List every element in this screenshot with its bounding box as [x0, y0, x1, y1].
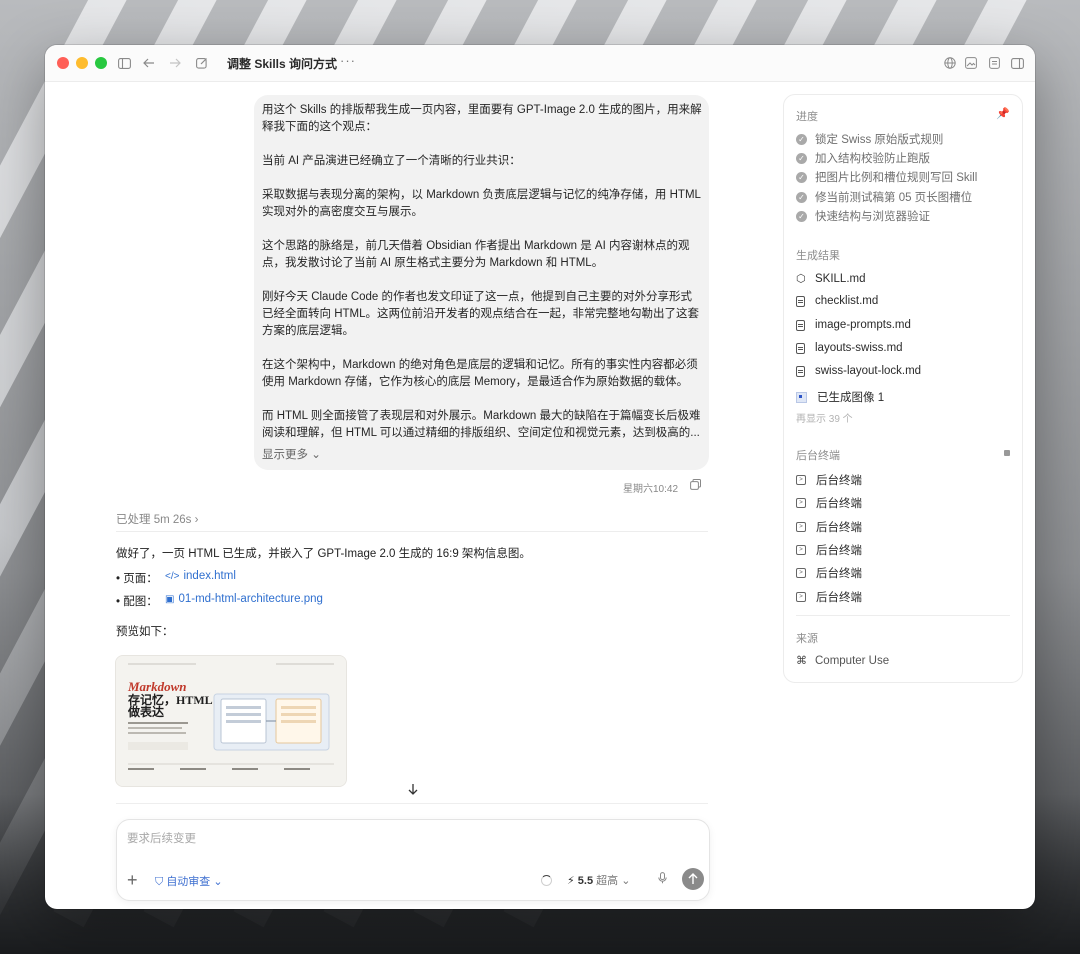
- user-message-bubble: 用这个 Skills 的排版帮我生成一页内容，里面要有 GPT-Image 2.…: [254, 95, 709, 470]
- panel-toggle-icon[interactable]: [1009, 55, 1025, 71]
- show-more-results[interactable]: 再显示 39 个: [796, 410, 853, 425]
- window-title: 调整 Skills 询问方式: [227, 57, 338, 71]
- check-icon: ✓: [796, 210, 807, 222]
- terminal-icon: >: [796, 522, 806, 532]
- pin-icon[interactable]: 📌: [996, 107, 1010, 120]
- terminal-icon: >: [796, 475, 806, 485]
- cube-icon: ⬡: [796, 273, 806, 285]
- side-panel: 进度 📌 ✓ 锁定 Swiss 原始版式规则 ✓ 加入结构校验防止跑版 ✓ 把图片比例…: [783, 94, 1023, 683]
- check-icon: ✓: [796, 152, 807, 164]
- check-icon: ✓: [796, 133, 807, 145]
- message-paragraph: 在这个架构中，Markdown 的绝对角色是底层的逻辑和记忆。所有的事实性内容都…: [262, 359, 698, 388]
- result-file-layouts-swiss[interactable]: layouts-swiss.md: [796, 342, 903, 354]
- source-title: 来源: [796, 633, 818, 645]
- assistant-summary: 做好了，一页 HTML 已生成，并嵌入了 GPT-Image 2.0 生成的 1…: [116, 548, 531, 560]
- page-file-link[interactable]: </> index.html: [165, 570, 236, 582]
- terminals-title: 后台终端: [796, 450, 840, 462]
- processed-duration-toggle[interactable]: 已处理 5m 26s ›: [116, 511, 198, 527]
- image-thumbnail-icon: [796, 391, 807, 403]
- message-paragraph: 这个思路的脉络是，前几天借着 Obsidian 作者提出 Markdown 是 …: [262, 240, 690, 269]
- message-paragraph: 而 HTML 则全面接管了表现层和对外展示。Markdown 最大的缺陷在于篇幅…: [262, 410, 701, 439]
- preview-heading-en: Markdown: [127, 679, 187, 694]
- auto-review-dropdown[interactable]: ⛉ 自动审查 ⌄: [155, 873, 223, 889]
- divider: [796, 615, 1010, 616]
- scroll-to-bottom-button[interactable]: [402, 778, 424, 800]
- terminal-item[interactable]: > 后台终端: [796, 472, 862, 488]
- progress-item: ✓ 锁定 Swiss 原始版式规则: [796, 131, 943, 147]
- file-icon: [796, 342, 805, 354]
- image-icon[interactable]: [963, 55, 979, 71]
- progress-item: ✓ 修当前测试稿第 05 页长图槽位: [796, 189, 972, 205]
- progress-item: ✓ 把图片比例和槽位规则写回 Skill: [796, 169, 977, 185]
- result-generated-image[interactable]: 已生成图像 1: [796, 389, 884, 405]
- message-paragraph: 用这个 Skills 的排版帮我生成一页内容，里面要有 GPT-Image 2.…: [262, 104, 702, 133]
- progress-item: ✓ 快速结构与浏览器验证: [796, 208, 930, 224]
- progress-item: ✓ 加入结构校验防止跑版: [796, 150, 930, 166]
- progress-title: 进度: [796, 111, 818, 123]
- sidebar-toggle-icon[interactable]: [116, 55, 132, 71]
- command-icon: ⌘: [796, 655, 807, 667]
- terminal-icon: >: [796, 592, 806, 602]
- results-title: 生成结果: [796, 250, 840, 262]
- terminal-item[interactable]: > 后台终端: [796, 589, 862, 605]
- file-icon: [796, 319, 805, 331]
- preview-heading-line-2: 做表达: [127, 704, 164, 719]
- result-file-image-prompts[interactable]: image-prompts.md: [796, 319, 911, 331]
- title-bar: 调整 Skills 询问方式 ···: [45, 45, 1035, 82]
- forward-arrow-icon[interactable]: [167, 55, 183, 71]
- terminal-icon: >: [796, 568, 806, 578]
- show-more-button[interactable]: 显示更多 ⌄: [262, 446, 321, 462]
- close-window-button[interactable]: [57, 57, 69, 69]
- globe-icon[interactable]: [942, 55, 958, 71]
- image-file-icon: ▣: [165, 594, 175, 605]
- add-attachment-button[interactable]: +: [127, 870, 138, 890]
- result-file-checklist[interactable]: checklist.md: [796, 295, 878, 307]
- terminal-icon: >: [796, 545, 806, 555]
- preview-label: 预览如下：: [116, 626, 174, 638]
- lightning-icon: ⚡: [567, 875, 575, 887]
- copy-icon[interactable]: [690, 479, 701, 490]
- document-icon[interactable]: [986, 55, 1002, 71]
- result-file-skill[interactable]: ⬡ SKILL.md: [796, 272, 866, 286]
- message-timestamp: 星期六10:42: [623, 484, 679, 495]
- check-icon: ✓: [796, 191, 807, 203]
- app-window: 调整 Skills 询问方式 ··· 用这个 Skills 的排版帮我生成一页内…: [45, 45, 1035, 909]
- shield-icon: ⛉: [155, 876, 167, 888]
- page-label: • 页面：: [116, 573, 158, 585]
- microphone-icon[interactable]: [658, 872, 667, 887]
- file-icon: [796, 365, 805, 377]
- terminal-item[interactable]: > 后台终端: [796, 495, 862, 511]
- composer-input[interactable]: 要求后续变更: [127, 830, 196, 846]
- message-paragraph: 刚好今天 Claude Code 的作者也发文印证了这一点，他提到自己主要的对外…: [262, 291, 699, 337]
- image-label: • 配图：: [116, 596, 158, 608]
- terminal-item[interactable]: > 后台终端: [796, 519, 862, 535]
- check-icon: ✓: [796, 171, 807, 183]
- back-arrow-icon[interactable]: [141, 55, 157, 71]
- terminal-icon: >: [796, 498, 806, 508]
- stop-icon[interactable]: [1004, 450, 1010, 456]
- divider: [116, 531, 708, 532]
- loading-spinner-icon: [541, 875, 552, 886]
- code-icon: </>: [165, 571, 180, 582]
- more-options-icon[interactable]: ···: [340, 53, 356, 68]
- new-chat-edit-icon[interactable]: [194, 55, 210, 71]
- send-button[interactable]: [682, 868, 704, 890]
- message-paragraph: 当前 AI 产品演进已经确立了一个清晰的行业共识：: [262, 155, 521, 167]
- message-composer[interactable]: 要求后续变更 + ⛉ 自动审查 ⌄ ⚡ 5.5 超高 ⌄: [116, 819, 710, 901]
- model-selector[interactable]: ⚡ 5.5 超高 ⌄: [567, 872, 630, 888]
- result-file-layout-lock[interactable]: swiss-layout-lock.md: [796, 365, 921, 377]
- terminal-item[interactable]: > 后台终端: [796, 565, 862, 581]
- image-file-link[interactable]: ▣ 01-md-html-architecture.png: [165, 593, 323, 605]
- source-computer-use[interactable]: ⌘ Computer Use: [796, 654, 889, 668]
- architecture-preview-image[interactable]: Markdown 存记忆，HTML 做表达: [115, 655, 347, 787]
- zoom-window-button[interactable]: [95, 57, 107, 69]
- terminal-item[interactable]: > 后台终端: [796, 542, 862, 558]
- file-icon: [796, 295, 805, 307]
- minimize-window-button[interactable]: [76, 57, 88, 69]
- message-paragraph: 采取数据与表现分离的架构，以 Markdown 负责底层逻辑与记忆的纯净存储，用…: [262, 189, 701, 218]
